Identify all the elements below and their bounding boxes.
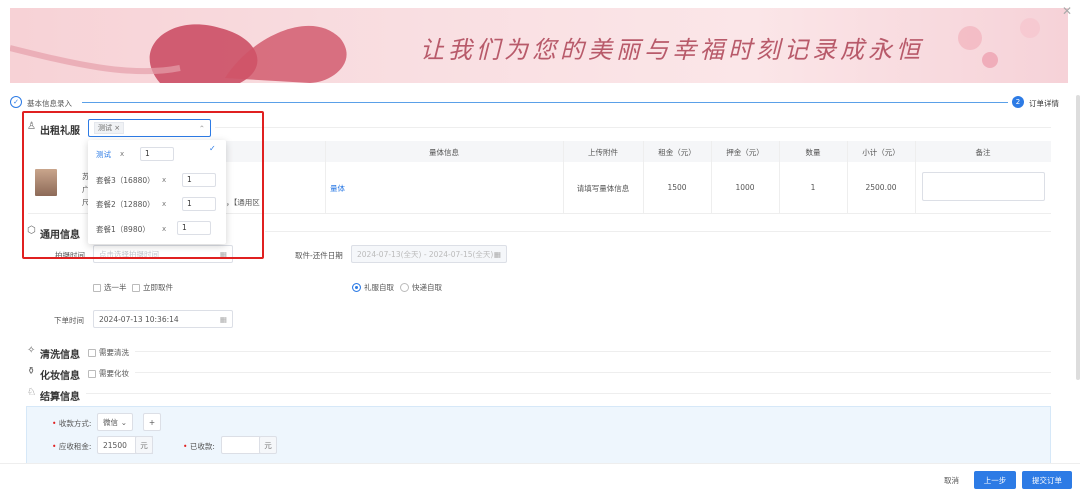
half-checkbox[interactable]: 选一半 xyxy=(93,282,127,293)
order-time-value: 2024-07-13 10:36:14 xyxy=(99,314,179,324)
makeup-checkbox[interactable]: 需要化妆 xyxy=(88,368,129,379)
clean-icon: ✧ xyxy=(27,345,36,356)
clean-checkbox[interactable]: 需要清洗 xyxy=(88,347,129,358)
receivable-label: • 应收租金: xyxy=(52,442,92,451)
rent-cell: 1500 xyxy=(667,183,687,192)
th-remark: 备注 xyxy=(975,148,991,157)
qty-cell: 1 xyxy=(810,183,816,192)
makeup-icon: ⚱ xyxy=(27,366,36,377)
th-deposit: 押金（元） xyxy=(726,148,764,157)
half-checkbox-label: 选一半 xyxy=(104,283,127,292)
divider xyxy=(135,351,1051,352)
settlement-icon: ♘ xyxy=(27,387,36,398)
col-divider xyxy=(643,141,644,213)
pickup-label: 取件-还件日期 xyxy=(295,251,343,260)
payment-panel xyxy=(26,406,1051,464)
cancel-button[interactable]: 取消 xyxy=(944,475,959,486)
banner: 让我们为您的美丽与幸福时刻记录成永恒 xyxy=(10,8,1068,83)
received-label: • 已收款: xyxy=(183,442,215,451)
makeup-checkbox-box[interactable] xyxy=(88,369,96,378)
step-2-label: 订单详情 xyxy=(1029,99,1059,108)
prev-step-button[interactable]: 上一步 xyxy=(974,471,1016,489)
col-divider xyxy=(915,141,916,213)
submit-order-button[interactable]: 提交订单 xyxy=(1022,471,1072,489)
divider xyxy=(265,231,1051,232)
th-attachment: 上传附件 xyxy=(588,148,618,157)
express-radio-dot[interactable] xyxy=(400,283,409,292)
order-time-input[interactable]: 2024-07-13 10:36:14 ▦ xyxy=(93,310,233,328)
makeup-checkbox-label: 需要化妆 xyxy=(99,369,129,378)
pickup-now-checkbox-label: 立即取件 xyxy=(143,283,173,292)
express-label: 快递自取 xyxy=(412,283,442,292)
scrollbar[interactable] xyxy=(1076,95,1080,380)
self-pickup-radio-dot[interactable] xyxy=(352,283,361,292)
col-divider xyxy=(779,141,780,213)
subtotal-cell: 2500.00 xyxy=(865,183,897,192)
self-pickup-radio[interactable]: 礼服自取 xyxy=(352,282,394,293)
measure-link[interactable]: 量体 xyxy=(330,183,345,194)
pickup-date-range[interactable]: 2024-07-13(全天) - 2024-07-15(全天) ▦ xyxy=(351,245,507,263)
calendar-icon: ▦ xyxy=(219,314,227,324)
th-rent: 租金（元） xyxy=(658,148,696,157)
col-divider xyxy=(325,141,326,213)
col-divider xyxy=(563,141,564,213)
settle-section-title: 结算信息 xyxy=(40,392,80,403)
remark-textarea[interactable] xyxy=(922,172,1045,201)
col-divider xyxy=(847,141,848,213)
pay-method-value: 微信 xyxy=(103,417,118,427)
pay-method-select[interactable]: 微信 ⌄ xyxy=(97,413,133,431)
clean-section-title: 清洗信息 xyxy=(40,350,80,361)
clean-checkbox-label: 需要清洗 xyxy=(99,348,129,357)
attachment-cell: 请填写量体信息 xyxy=(576,184,630,193)
received-unit: 元 xyxy=(259,436,277,454)
half-checkbox-box[interactable] xyxy=(93,283,101,292)
highlight-box xyxy=(22,111,264,259)
clean-checkbox-box[interactable] xyxy=(88,348,96,357)
col-divider xyxy=(711,141,712,213)
divider xyxy=(86,393,1051,394)
footer-divider xyxy=(0,463,1080,464)
pickup-date-value: 2024-07-13(全天) - 2024-07-15(全天) xyxy=(357,249,494,259)
step-line xyxy=(82,102,1008,103)
pickup-now-checkbox-box[interactable] xyxy=(132,283,140,292)
th-qty: 数量 xyxy=(805,148,821,157)
th-measure: 量体信息 xyxy=(429,148,459,157)
receivable-unit: 元 xyxy=(135,436,153,454)
close-icon[interactable]: ✕ xyxy=(1062,4,1072,18)
makeup-section-title: 化妆信息 xyxy=(40,371,80,382)
calendar-icon: ▦ xyxy=(493,249,501,259)
chevron-down-icon: ⌄ xyxy=(120,417,127,427)
order-time-label: 下单时间 xyxy=(54,316,84,325)
pay-method-label: • 收款方式: xyxy=(52,419,92,428)
th-subtotal: 小计（元） xyxy=(862,148,900,157)
add-payment-button[interactable]: + xyxy=(143,413,161,431)
banner-title: 让我们为您的美丽与幸福时刻记录成永恒 xyxy=(420,36,924,64)
deposit-cell: 1000 xyxy=(735,183,755,192)
self-pickup-label: 礼服自取 xyxy=(364,283,394,292)
step-1-label: 基本信息录入 xyxy=(27,99,72,108)
step-done-icon: ✓ xyxy=(10,96,22,108)
pickup-now-checkbox[interactable]: 立即取件 xyxy=(132,282,173,293)
divider xyxy=(215,127,1051,128)
express-radio[interactable]: 快递自取 xyxy=(400,282,442,293)
received-input[interactable] xyxy=(221,436,261,454)
divider xyxy=(135,372,1051,373)
step-2-number: 2 xyxy=(1012,96,1024,108)
